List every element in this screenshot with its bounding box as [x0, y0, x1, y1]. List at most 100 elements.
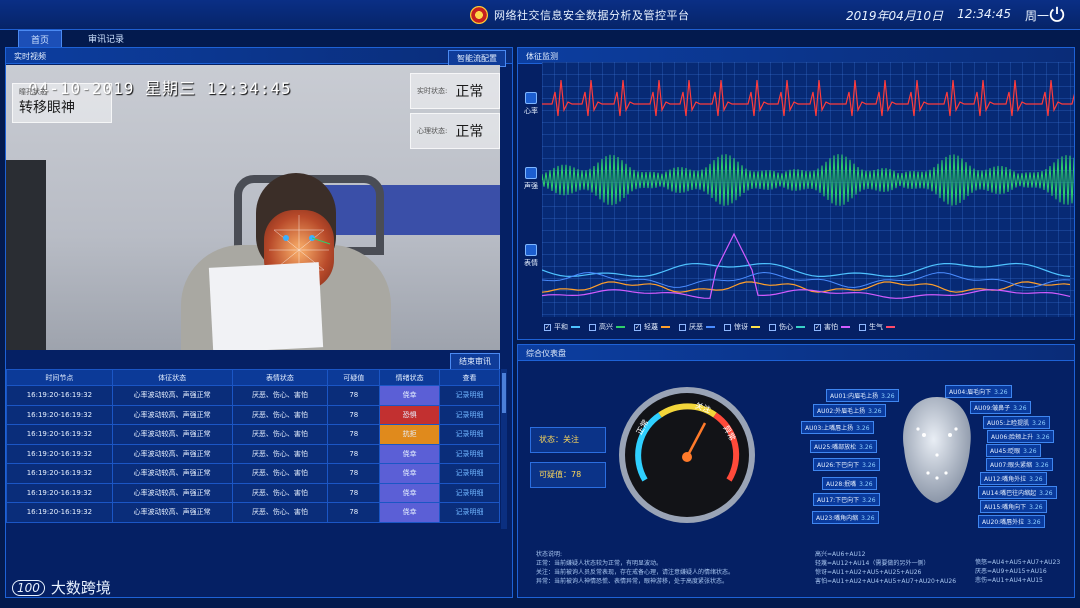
- cell-emotion: 侥幸: [379, 463, 441, 484]
- expr-label-wrap: 表情: [519, 244, 543, 268]
- cell-vital: 心率波动较高、声强正常: [111, 424, 233, 445]
- au-value: 3.26: [868, 408, 882, 415]
- voice-intensity-wave: [541, 154, 1075, 206]
- au-label: AU02:外眉毛上扬 3.26: [813, 404, 886, 417]
- cell-score: 78: [327, 463, 381, 484]
- au-label: AU17:下巴向下 3.26: [813, 493, 880, 506]
- col-vital: 体征状态: [111, 369, 233, 386]
- vitals-grid: [541, 62, 1080, 317]
- cell-emotion: 恐惧: [379, 404, 441, 425]
- legend-item[interactable]: 惊讶: [724, 322, 760, 332]
- formula-sad: 悲伤=AU1+AU4+AU15: [975, 577, 1043, 584]
- cell-vital: 心率波动较高、声强正常: [111, 404, 233, 425]
- note-abnormal: 异常：当前被询人神情恐慌、表情异常，眼神游移，处于高度紧张状态。: [536, 578, 729, 585]
- expr-label: 表情: [524, 259, 538, 267]
- table-row[interactable]: 16:19:20-16:19:32 心率波动较高、声强正常 厌恶、伤心、害怕 78 侥幸…: [6, 502, 500, 523]
- power-icon[interactable]: [1048, 5, 1066, 23]
- voice-icon: [525, 167, 537, 179]
- au-value: 3.26: [1032, 420, 1046, 427]
- record-detail-link[interactable]: 记录明细: [439, 404, 500, 425]
- au-name: AU25:嘴部放松: [814, 444, 857, 451]
- au-label: AU05:上睑提肌 3.26: [983, 416, 1050, 429]
- table-row[interactable]: 16:19:20-16:19:32 心率波动较高、声强正常 厌恶、伤心、害怕 78 恐惧…: [6, 404, 500, 425]
- record-detail-link[interactable]: 记录明细: [439, 502, 500, 523]
- legend-item[interactable]: 伤心: [769, 322, 805, 332]
- legend-swatch: [706, 326, 715, 328]
- cell-expr: 厌恶、伤心、害怕: [231, 385, 329, 406]
- table-row[interactable]: 16:19:20-16:19:32 心率波动较高、声强正常 厌恶、伤心、害怕 78 抗拒…: [6, 424, 500, 445]
- cell-emotion: 侥幸: [379, 502, 441, 523]
- au-value: 3.26: [861, 515, 875, 522]
- au-name: AU05:上睑提肌: [987, 420, 1030, 427]
- table-row[interactable]: 16:19:20-16:19:32 心率波动较高、声强正常 厌恶、伤心、害怕 78 侥幸…: [6, 463, 500, 484]
- au-label: AU28:抿嘴 3.26: [822, 477, 877, 490]
- au-name: AU06:脸颊上升: [991, 434, 1034, 441]
- heart-icon: [525, 92, 537, 104]
- formula-surprise: 惊讶=AU1+AU2+AU5+AU25+AU26: [815, 569, 922, 576]
- formula-contempt: 轻蔑=AU12+AU14（需要做的另外一侧）: [815, 560, 930, 567]
- legend-label: 害怕: [824, 323, 838, 331]
- legend-checkbox[interactable]: [724, 323, 731, 331]
- cell-emotion: 侥幸: [379, 385, 441, 406]
- voice-label: 声强: [524, 182, 538, 190]
- legend-item[interactable]: ✓ 轻蔑: [634, 322, 670, 332]
- record-detail-link[interactable]: 记录明细: [439, 482, 500, 503]
- cell-score: 78: [327, 482, 381, 503]
- legend-label: 平和: [554, 323, 568, 331]
- vitals-waveforms: [541, 79, 1080, 299]
- title-wrap: 网络社交信息安全数据分析及管控平台: [470, 6, 690, 24]
- legend-checkbox[interactable]: ✓: [814, 323, 821, 331]
- legend-label: 轻蔑: [644, 323, 658, 331]
- col-score: 可疑值: [327, 369, 381, 386]
- record-detail-link[interactable]: 记录明细: [439, 424, 500, 445]
- legend-label: 生气: [869, 323, 883, 331]
- legend-label: 伤心: [779, 323, 793, 331]
- legend-checkbox[interactable]: [679, 323, 686, 331]
- legend-checkbox[interactable]: [589, 323, 596, 331]
- table-row[interactable]: 16:19:20-16:19:32 心率波动较高、声强正常 厌恶、伤心、害怕 78 侥幸…: [6, 385, 500, 406]
- record-detail-link[interactable]: 记录明细: [439, 443, 500, 464]
- top-bar: 网络社交信息安全数据分析及管控平台 2019年04月10日 12:34:45 周…: [0, 0, 1080, 30]
- legend-item[interactable]: 厌恶: [679, 322, 715, 332]
- legend-item[interactable]: 生气: [859, 322, 895, 332]
- table-body: 16:19:20-16:19:32 心率波动较高、声强正常 厌恶、伤心、害怕 78 侥幸…: [6, 385, 500, 523]
- record-detail-link[interactable]: 记录明细: [439, 385, 500, 406]
- au-name: AU45:眨眼: [990, 448, 1021, 455]
- au-value: 3.26: [1039, 490, 1053, 497]
- cell-expr: 厌恶、伤心、害怕: [231, 502, 329, 523]
- au-label: AU15:嘴角向下 3.26: [980, 500, 1047, 513]
- end-interrogation-button[interactable]: 结束审讯: [450, 353, 500, 370]
- head-3d-model: [903, 397, 971, 503]
- legend-swatch: [886, 326, 895, 328]
- realtime-status-value: 正常: [455, 84, 484, 100]
- au-name: AU07:眼头紧缩: [990, 462, 1033, 469]
- cell-emotion: 侥幸: [379, 443, 441, 464]
- cell-expr: 厌恶、伤心、害怕: [231, 424, 329, 445]
- legend-item[interactable]: ✓ 平和: [544, 322, 580, 332]
- table-row[interactable]: 16:19:20-16:19:32 心率波动较高、声强正常 厌恶、伤心、害怕 78 侥幸…: [6, 482, 500, 503]
- legend-checkbox[interactable]: ✓: [634, 323, 641, 331]
- expr-line-calm: [541, 262, 1071, 278]
- cell-time: 16:19:20-16:19:32: [6, 404, 113, 425]
- record-detail-link[interactable]: 记录明细: [439, 463, 500, 484]
- au-name: AU15:嘴角向下: [984, 504, 1027, 511]
- au-value: 3.26: [1029, 504, 1043, 511]
- psych-status-label: 心理状态:: [417, 127, 448, 135]
- legend-item[interactable]: 高兴: [589, 322, 625, 332]
- live-video: 04-10-2019 星期三 12:34:45 瞳孔状态 转移眼神 实时状态: …: [6, 65, 500, 350]
- legend-checkbox[interactable]: [769, 323, 776, 331]
- au-name: AU02:外眉毛上扬: [817, 408, 866, 415]
- legend-checkbox[interactable]: ✓: [544, 323, 551, 331]
- formula-happy: 高兴=AU6+AU12: [815, 551, 866, 558]
- note-normal: 正常：当前嫌疑人状态较为正常，有明显波动。: [536, 560, 663, 567]
- au-label: AU45:眨眼 3.26: [986, 444, 1041, 457]
- cell-emotion: 侥幸: [379, 482, 441, 503]
- table-scrollbar[interactable]: [501, 369, 507, 529]
- table-row[interactable]: 16:19:20-16:19:32 心率波动较高、声强正常 厌恶、伤心、害怕 78 侥幸…: [6, 443, 500, 464]
- legend-swatch: [616, 326, 625, 328]
- cell-expr: 厌恶、伤心、害怕: [231, 463, 329, 484]
- legend-checkbox[interactable]: [859, 323, 866, 331]
- cell-time: 16:19:20-16:19:32: [6, 463, 113, 484]
- legend-item[interactable]: ✓ 害怕: [814, 322, 850, 332]
- au-label: AU07:眼头紧缩 3.26: [986, 458, 1053, 471]
